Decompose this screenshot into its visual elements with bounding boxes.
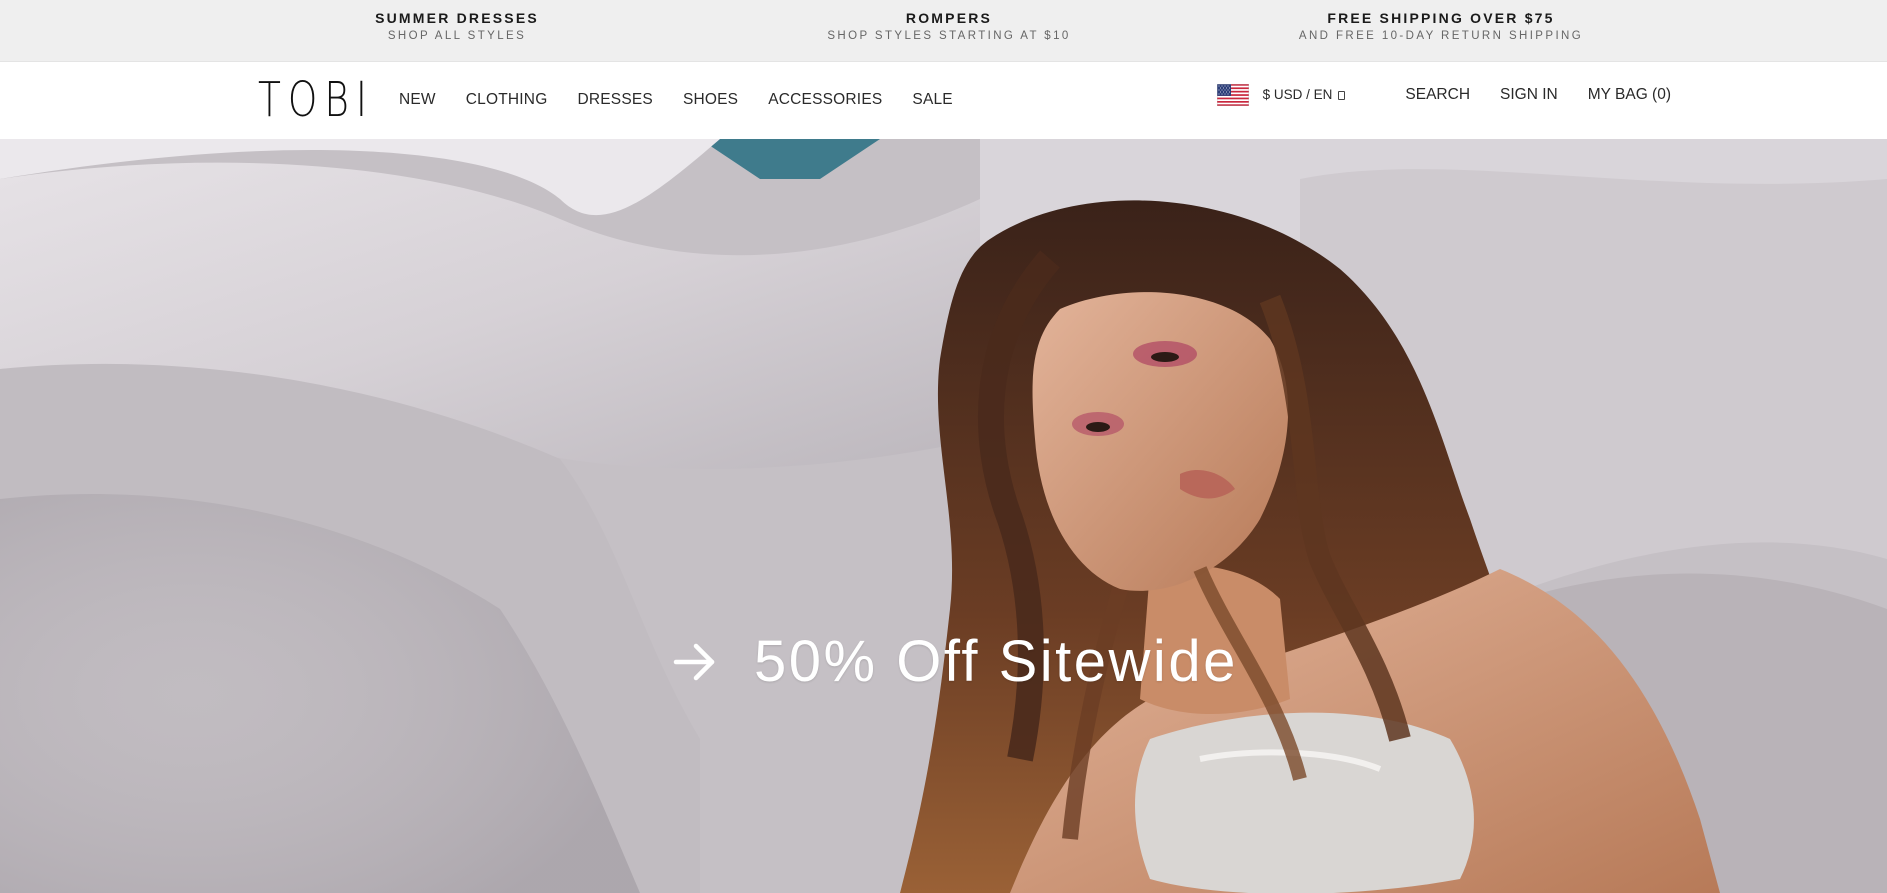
hero-cta-text: 50% Off Sitewide — [754, 629, 1238, 694]
site-logo[interactable]: TOBI — [258, 74, 374, 126]
promo-subtitle: SHOP ALL STYLES — [387, 30, 527, 42]
account-nav: $ USD / EN SEARCH SIGN IN MY BAG (0) — [1216, 84, 1671, 106]
hero-cta[interactable]: 50% Off Sitewide — [672, 629, 1238, 695]
hero-image — [0, 139, 1887, 893]
promo-title: SUMMER DRESSES — [375, 10, 539, 26]
bag-link[interactable]: MY BAG (0) — [1588, 85, 1671, 105]
promo-free-shipping[interactable]: FREE SHIPPING OVER $75 AND FREE 10-DAY R… — [1231, 10, 1651, 44]
site-header: TOBI NEW CLOTHING DRESSES SHOES ACCESSOR… — [0, 62, 1887, 139]
search-link[interactable]: SEARCH — [1405, 85, 1470, 105]
nav-item-new[interactable]: NEW — [399, 90, 436, 110]
arrow-right-icon — [673, 643, 715, 681]
nav-item-dresses[interactable]: DRESSES — [577, 90, 652, 110]
promo-subtitle: SHOP STYLES STARTING AT $10 — [827, 30, 1071, 42]
currency-selector[interactable]: $ USD / EN — [1263, 85, 1346, 105]
currency-dropdown-icon — [1338, 90, 1346, 100]
promo-title: ROMPERS — [905, 10, 993, 26]
hero-banner[interactable]: 50% Off Sitewide — [0, 139, 1887, 893]
promo-title: FREE SHIPPING OVER $75 — [1327, 10, 1555, 26]
nav-item-sale[interactable]: SALE — [912, 90, 952, 110]
main-nav: NEW CLOTHING DRESSES SHOES ACCESSORIES S… — [399, 90, 983, 110]
currency-label: $ USD / EN — [1262, 87, 1333, 102]
nav-item-clothing[interactable]: CLOTHING — [466, 90, 548, 110]
locale-flag[interactable] — [1216, 84, 1249, 106]
promo-rompers[interactable]: ROMPERS SHOP STYLES STARTING AT $10 — [739, 10, 1159, 44]
sign-in-link[interactable]: SIGN IN — [1500, 85, 1558, 105]
nav-item-shoes[interactable]: SHOES — [683, 90, 738, 110]
us-flag-icon — [1216, 84, 1249, 106]
nav-item-accessories[interactable]: ACCESSORIES — [768, 90, 882, 110]
promo-summer-dresses[interactable]: SUMMER DRESSES SHOP ALL STYLES — [247, 10, 667, 44]
promo-subtitle: AND FREE 10-DAY RETURN SHIPPING — [1298, 30, 1584, 42]
promo-bar: SUMMER DRESSES SHOP ALL STYLES ROMPERS S… — [0, 0, 1887, 62]
